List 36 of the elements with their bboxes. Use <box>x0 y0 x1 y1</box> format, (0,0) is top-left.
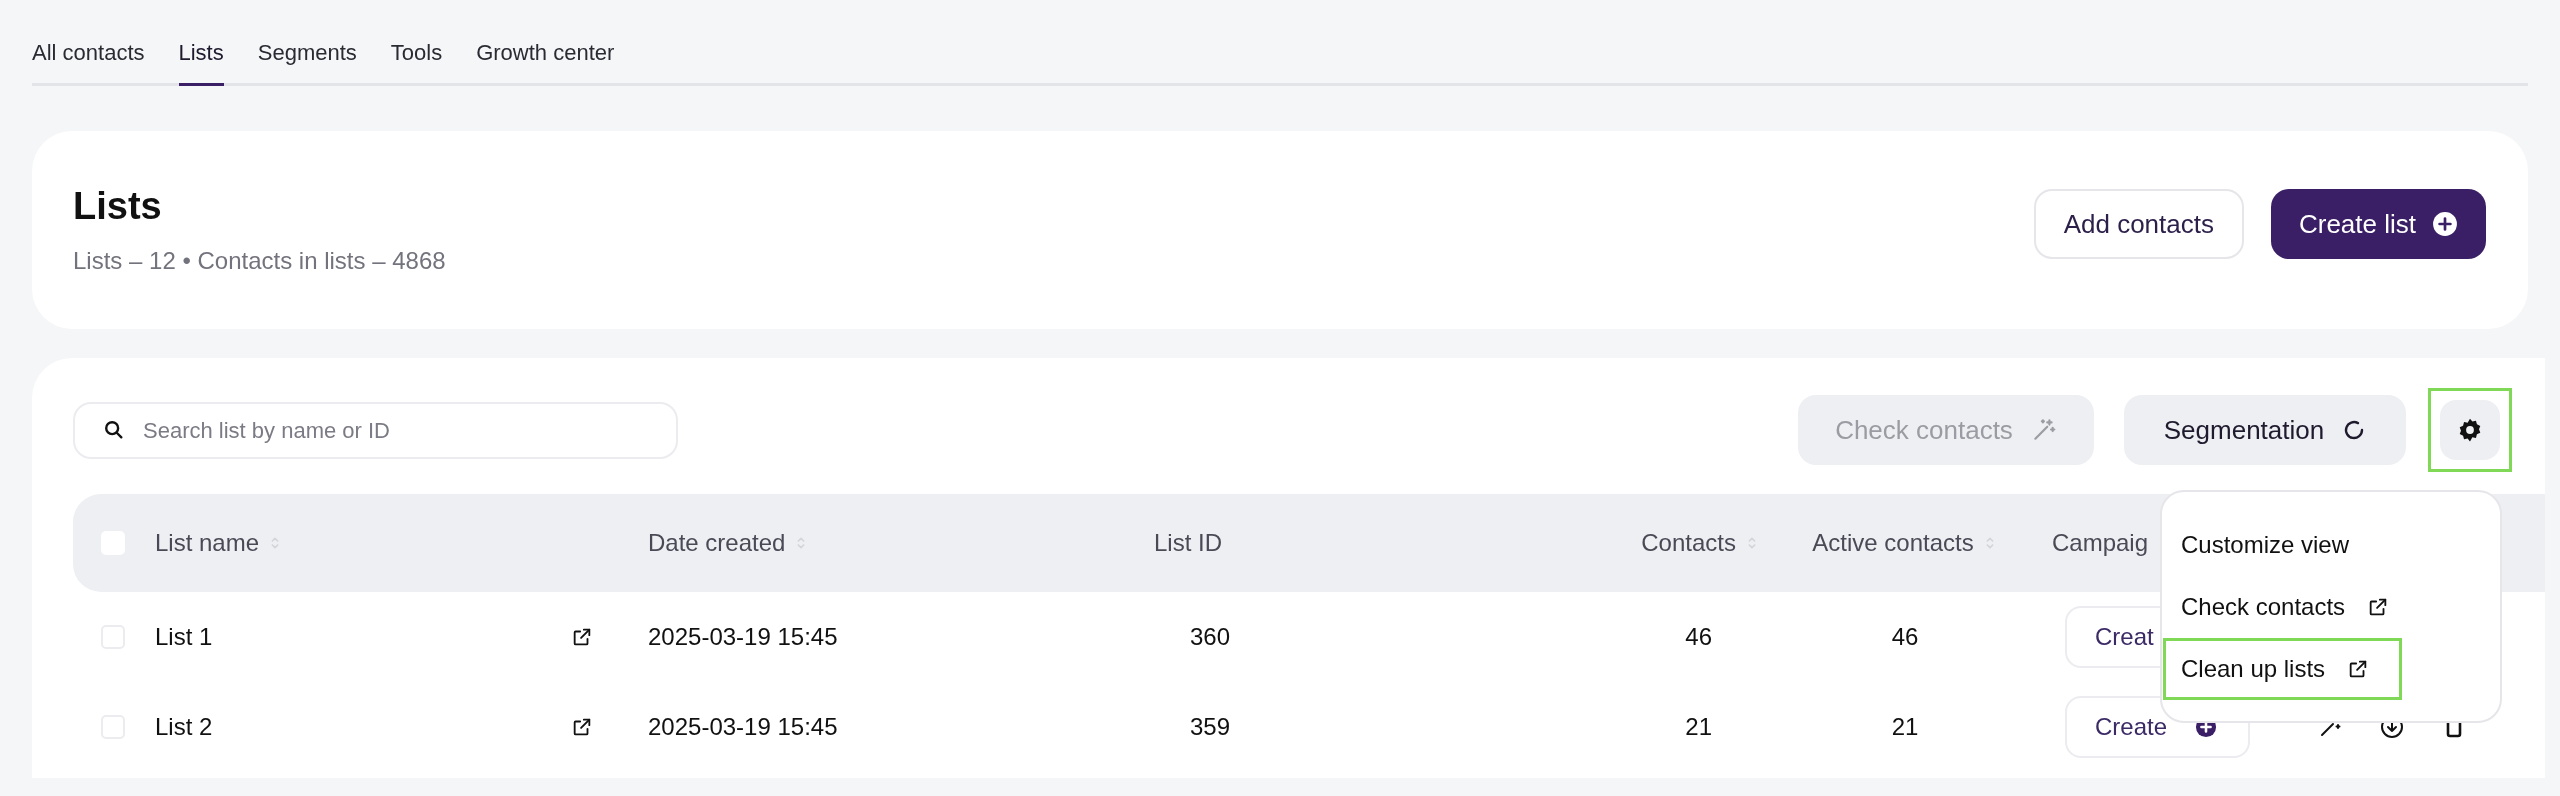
search-input[interactable]: Search list by name or ID <box>143 413 648 447</box>
menu-item[interactable]: Customize view <box>2163 514 2383 576</box>
table-cell-text: 21 <box>1685 712 1712 742</box>
tab[interactable]: Tools <box>390 38 443 86</box>
column-header: Campaig <box>2052 528 2149 558</box>
search-field[interactable]: Search list by name or ID <box>73 401 678 459</box>
external-link-icon <box>571 626 593 648</box>
table-cell-text: 360 <box>1188 622 1231 652</box>
column-header[interactable]: List name <box>155 525 260 561</box>
column-header: List ID <box>1154 528 1222 558</box>
tab[interactable]: Lists <box>178 38 224 86</box>
page-subtitle: Lists – 12 • Contacts in lists – 4868 <box>73 246 446 276</box>
external-link-icon <box>571 716 593 738</box>
list-name-link[interactable]: List 2 <box>155 709 213 745</box>
column-header[interactable]: Contacts <box>1641 525 1736 561</box>
settings-button[interactable] <box>2440 400 2500 460</box>
list-name-link[interactable]: List 1 <box>155 619 213 655</box>
tab[interactable]: Growth center <box>476 38 615 86</box>
column-header[interactable]: Active contacts <box>1812 525 1974 561</box>
page-title: Lists <box>73 184 163 228</box>
search-icon <box>103 419 125 441</box>
table-cell-text: 2025-03-19 15:45 <box>647 622 839 652</box>
create-button[interactable]: Create list <box>2270 189 2486 259</box>
table-cell-text: 359 <box>1188 712 1231 742</box>
add-button[interactable]: Add contacts <box>2033 189 2244 259</box>
plus-circle-icon <box>2432 211 2458 237</box>
settings-icon <box>2457 417 2483 443</box>
column-header[interactable]: Date created <box>648 525 786 561</box>
tab[interactable]: Segments <box>257 38 357 86</box>
table-cell-text: 46 <box>1891 622 1919 652</box>
segmentation-button[interactable]: Segmentation <box>2124 395 2406 465</box>
tab[interactable]: All contacts <box>32 38 145 86</box>
table-cell-text: 46 <box>1685 622 1712 652</box>
table-cell-text: 21 <box>1891 712 1919 742</box>
table-cell-text: 2025-03-19 15:45 <box>647 712 839 742</box>
menu-item[interactable]: Clean up lists <box>2163 638 2403 700</box>
